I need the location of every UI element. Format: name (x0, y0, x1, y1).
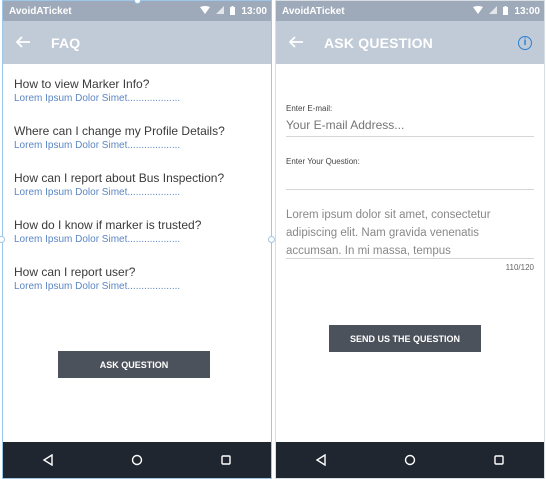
status-time: 13:00 (514, 5, 540, 17)
page-title: ASK QUESTION (324, 34, 433, 51)
faq-question: How can I report about Bus Inspection? (14, 171, 225, 185)
circle-home-icon[interactable] (395, 448, 425, 472)
ask-question-screen: AvoidATicket 13:00 ASK QUESTION i Enter … (275, 0, 545, 479)
send-question-button[interactable]: SEND US THE QUESTION (329, 325, 481, 352)
status-app-name: AvoidATicket (282, 5, 345, 17)
arrow-left-icon[interactable] (15, 34, 33, 52)
status-app-name: AvoidATicket (9, 5, 72, 17)
faq-item[interactable]: How can I report user? Lorem Ipsum Dolor… (14, 264, 260, 294)
question-title-field[interactable] (286, 166, 534, 190)
wifi-icon (200, 6, 211, 16)
faq-question: How do I know if marker is trusted? (14, 218, 202, 232)
triangle-back-icon[interactable] (33, 448, 63, 472)
signal-icon (489, 6, 498, 16)
email-label: Enter E-mail: (286, 104, 333, 113)
triangle-back-icon[interactable] (306, 448, 336, 472)
circle-home-icon[interactable] (122, 448, 152, 472)
status-icons: 13:00 (473, 5, 540, 17)
nav-bar (3, 442, 271, 478)
wifi-icon (473, 6, 484, 16)
status-bar: AvoidATicket 13:00 (3, 1, 271, 21)
faq-answer: Lorem Ipsum Dolor Simet.................… (14, 93, 181, 104)
square-recents-icon[interactable] (484, 448, 514, 472)
battery-icon (230, 5, 236, 17)
arrow-left-icon[interactable] (288, 34, 306, 52)
faq-question: How can I report user? (14, 265, 136, 279)
question-form: Enter E-mail: Enter Your Question: Lorem… (276, 104, 544, 272)
status-bar: AvoidATicket 13:00 (276, 1, 544, 21)
faq-item[interactable]: Where can I change my Profile Details? L… (14, 123, 260, 153)
page-title: FAQ (51, 34, 81, 51)
ask-question-button[interactable]: ASK QUESTION (58, 351, 210, 378)
faq-answer: Lorem Ipsum Dolor Simet.................… (14, 281, 181, 292)
status-icons: 13:00 (200, 5, 267, 17)
battery-icon (503, 5, 509, 17)
faq-answer: Lorem Ipsum Dolor Simet.................… (14, 140, 181, 151)
faq-answer: Lorem Ipsum Dolor Simet.................… (14, 187, 181, 198)
faq-question: Where can I change my Profile Details? (14, 124, 225, 138)
faq-item[interactable]: How to view Marker Info? Lorem Ipsum Dol… (14, 76, 260, 106)
square-recents-icon[interactable] (211, 448, 241, 472)
faq-app-bar: FAQ (3, 21, 271, 64)
faq-item[interactable]: How can I report about Bus Inspection? L… (14, 170, 260, 200)
signal-icon (216, 6, 225, 16)
question-textarea[interactable]: Lorem ipsum dolor sit amet, consectetur … (286, 206, 534, 259)
faq-list: How to view Marker Info? Lorem Ipsum Dol… (3, 64, 271, 294)
faq-screen: AvoidATicket 13:00 FAQ How to view Marke… (2, 0, 272, 479)
ask-app-bar: ASK QUESTION i (276, 21, 544, 64)
faq-answer: Lorem Ipsum Dolor Simet.................… (14, 234, 181, 245)
faq-item[interactable]: How do I know if marker is trusted? Lore… (14, 217, 260, 247)
nav-bar (276, 442, 544, 478)
question-label: Enter Your Question: (286, 157, 360, 166)
status-time: 13:00 (241, 5, 267, 17)
character-counter: 110/120 (505, 263, 534, 272)
info-icon[interactable]: i (518, 35, 532, 50)
selection-handle (268, 236, 275, 243)
email-field[interactable] (286, 113, 534, 137)
faq-question: How to view Marker Info? (14, 77, 150, 91)
